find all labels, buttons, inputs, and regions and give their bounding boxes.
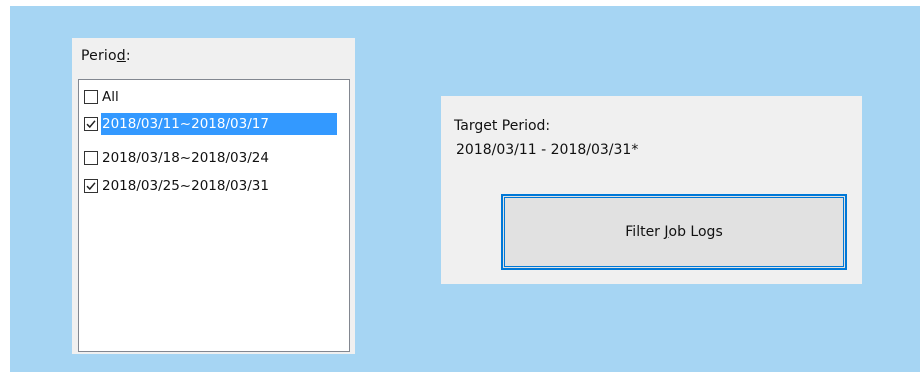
period-label-mnemonic: d — [116, 48, 126, 64]
period-label: Period: — [81, 48, 131, 64]
target-period-value: 2018/03/11 - 2018/03/31* — [456, 142, 639, 158]
period-item-label: 2018/03/11~2018/03/17 — [101, 113, 337, 135]
period-item-week-3[interactable]: 2018/03/25~2018/03/31 — [84, 175, 272, 197]
filter-job-logs-button[interactable]: Filter Job Logs — [501, 194, 847, 270]
period-item-all[interactable]: All — [84, 86, 122, 108]
filter-button-label-post: ob Logs — [668, 224, 723, 240]
period-item-week-1[interactable]: 2018/03/11~2018/03/17 — [84, 113, 337, 135]
checkbox[interactable] — [84, 179, 98, 193]
period-item-label: 2018/03/18~2018/03/24 — [102, 150, 269, 166]
checkmark-icon — [86, 182, 96, 191]
period-item-week-2[interactable]: 2018/03/18~2018/03/24 — [84, 147, 272, 169]
period-item-label: 2018/03/25~2018/03/31 — [102, 178, 269, 194]
checkbox[interactable] — [84, 117, 98, 131]
period-item-label: All — [102, 89, 119, 105]
filter-button-label: Filter Job Logs — [625, 224, 722, 240]
period-label-text: Perio — [81, 48, 117, 64]
period-checked-listbox[interactable]: All 2018/03/11~2018/03/17 2018/03/18~201… — [78, 79, 350, 352]
period-label-colon: : — [125, 48, 131, 64]
screenshot-canvas: Period: All 2018/03/11~2018/03/17 2018/0… — [0, 0, 920, 378]
checkbox[interactable] — [84, 151, 98, 165]
checkbox[interactable] — [84, 90, 98, 104]
filter-button-label-pre: Filter — [625, 224, 665, 240]
checkmark-icon — [86, 120, 96, 129]
target-period-label: Target Period: — [454, 118, 551, 134]
